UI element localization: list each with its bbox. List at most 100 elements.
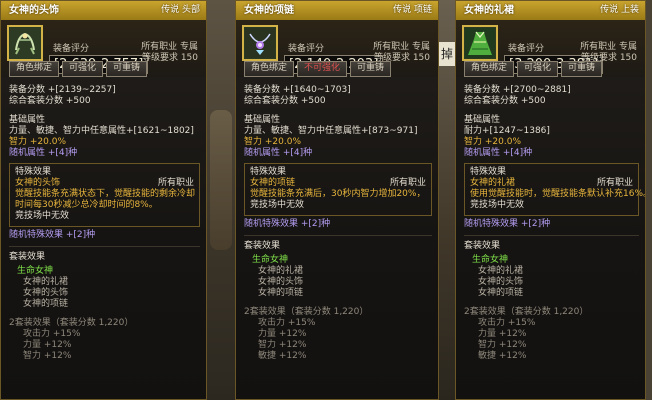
set2-line: 智力 +12% xyxy=(23,351,72,361)
random-attr: 随机属性 +[4]种 xyxy=(464,148,533,158)
set2-line: 智力 +12% xyxy=(258,340,307,350)
tooltip-dress: 女神的礼裙 传说 上装 装备评分 [3,200-3,381] 所有职业 专属 等… xyxy=(455,0,646,400)
special-random: 随机特殊效果 +[2]种 xyxy=(9,230,96,240)
set-item: 女神的头饰 xyxy=(23,288,69,298)
special-effect-box: 特殊效果 女神的项链 所有职业 觉醒技能条充满后，30秒内智力增加20%， 竞技… xyxy=(244,163,432,216)
special-effect-box: 特殊效果 女神的头饰 所有职业 觉醒技能条充满状态下，觉醒技能的剩余冷却 时间每… xyxy=(9,163,200,227)
item-tag-row: 角色绑定 可强化 可重铸 xyxy=(464,61,603,77)
necklace-icon xyxy=(242,25,278,61)
item-tag-row: 角色绑定 可强化 可重铸 xyxy=(9,61,148,77)
base-attr-line: 力量、敏捷、智力中任意属性+[873~971] xyxy=(244,126,418,136)
special-name: 女神的项链 xyxy=(250,178,296,188)
special-desc: 时间每30秒减少总冷却时间的8%。 xyxy=(15,200,158,210)
headdress-icon xyxy=(7,25,43,61)
bind-tag[interactable]: 角色绑定 xyxy=(244,61,295,77)
set2-line: 智力 +12% xyxy=(478,340,527,350)
tooltip-headdress: 女神的头饰 传说 头部 装备评分 [2,639-2,757] 所有职业 专属 等… xyxy=(0,0,207,400)
random-attr: 随机属性 +[4]种 xyxy=(9,148,78,158)
special-name: 女神的礼裙 xyxy=(470,178,516,188)
special-class: 所有职业 xyxy=(389,178,426,188)
set-item: 女神的头饰 xyxy=(478,277,524,287)
tooltip-title-bar: 女神的头饰 传说 头部 xyxy=(1,1,206,20)
class-restriction: 所有职业 专属 xyxy=(580,42,637,52)
item-stats: 装备分数 +[2139~2257] 综合套装分数 +500 基础属性 力量、敏捷… xyxy=(9,85,200,362)
special-title: 特殊效果 xyxy=(15,167,52,177)
divider xyxy=(244,235,432,236)
item-rarity-slot: 传说 头部 xyxy=(161,5,200,15)
set2-line: 敏捷 +12% xyxy=(258,351,307,361)
set-title: 套装效果 xyxy=(244,241,281,251)
special-class: 所有职业 xyxy=(596,178,633,188)
set-title: 套装效果 xyxy=(464,241,501,251)
set2-title: 2套装效果（套装分数 1,220） xyxy=(9,318,134,328)
item-name: 女神的礼裙 xyxy=(464,5,514,16)
background-scene-right xyxy=(646,0,652,400)
special-random: 随机特殊效果 +[2]种 xyxy=(464,219,551,229)
background-character xyxy=(210,110,232,250)
set2-line: 敏捷 +12% xyxy=(478,351,527,361)
enhance-tag[interactable]: 可强化 xyxy=(517,61,559,77)
set-item: 女神的项链 xyxy=(258,288,304,298)
base-attr-bonus: 智力 +20.0% xyxy=(464,137,521,147)
set-name: 生命女神 xyxy=(472,255,509,265)
item-name: 女神的项链 xyxy=(244,5,294,16)
special-note: 竞技场中无效 xyxy=(250,200,305,210)
base-attr-title: 基础属性 xyxy=(464,115,501,125)
class-restriction: 所有职业 专属 xyxy=(373,42,430,52)
set-item: 女神的项链 xyxy=(478,288,524,298)
set2-title: 2套装效果（套装分数 1,220） xyxy=(464,307,589,317)
item-name: 女神的头饰 xyxy=(9,5,59,16)
enhance-tag[interactable]: 可强化 xyxy=(62,61,104,77)
bind-tag[interactable]: 角色绑定 xyxy=(9,61,60,77)
special-random: 随机特殊效果 +[2]种 xyxy=(244,219,331,229)
score-label: 装备评分 xyxy=(288,44,325,54)
set-item: 女神的头饰 xyxy=(258,277,304,287)
item-stats: 装备分数 +[2700~2881] 综合套装分数 +500 基础属性 耐力+[1… xyxy=(464,85,646,362)
reforge-tag[interactable]: 可重铸 xyxy=(350,61,392,77)
base-attr-bonus: 智力 +20.0% xyxy=(9,137,66,147)
reforge-tag[interactable]: 可重铸 xyxy=(106,61,148,77)
special-class: 所有职业 xyxy=(157,178,194,188)
level-requirement: 等级要求 150 xyxy=(141,53,198,63)
background-sign: 掉 xyxy=(437,42,457,66)
set-name: 生命女神 xyxy=(252,255,289,265)
base-attr-title: 基础属性 xyxy=(244,115,281,125)
base-attr-bonus: 智力 +20.0% xyxy=(244,137,301,147)
special-title: 特殊效果 xyxy=(470,167,507,177)
set2-title: 2套装效果（套装分数 1,220） xyxy=(244,307,369,317)
set-item: 女神的礼裙 xyxy=(258,266,304,276)
set2-line: 力量 +12% xyxy=(23,340,72,350)
bind-tag[interactable]: 角色绑定 xyxy=(464,61,515,77)
set-title: 套装效果 xyxy=(9,252,46,262)
score-label: 装备评分 xyxy=(508,44,545,54)
base-attr-line: 力量、敏捷、智力中任意属性+[1621~1802] xyxy=(9,126,194,136)
item-stats: 装备分数 +[1640~1703] 综合套装分数 +500 基础属性 力量、敏捷… xyxy=(244,85,432,362)
special-desc: 觉醒技能条充满后，30秒内智力增加20%， xyxy=(250,189,426,199)
item-rarity-slot: 传说 项链 xyxy=(393,5,432,15)
tooltip-title-bar: 女神的礼裙 传说 上装 xyxy=(456,1,645,20)
base-attr-line: 耐力+[1247~1386] xyxy=(464,126,550,136)
special-name: 女神的头饰 xyxy=(15,178,61,188)
reforge-tag[interactable]: 可重铸 xyxy=(561,61,603,77)
special-title: 特殊效果 xyxy=(250,167,287,177)
set-name: 生命女神 xyxy=(17,266,54,276)
set-score: 综合套装分数 +500 xyxy=(464,96,546,106)
enhance-tag[interactable]: 不可强化 xyxy=(297,61,348,77)
divider xyxy=(9,246,200,247)
set2-line: 攻击力 +15% xyxy=(258,318,316,328)
set2-line: 力量 +12% xyxy=(258,329,307,339)
score-label: 装备评分 xyxy=(53,44,90,54)
special-effect-box: 特殊效果 女神的礼裙 所有职业 使用觉醒技能时，觉醒技能条默认补充16%。 竞技… xyxy=(464,163,646,216)
special-desc: 使用觉醒技能时，觉醒技能条默认补充16%。 xyxy=(470,189,646,199)
set2-line: 力量 +12% xyxy=(478,329,527,339)
set2-line: 攻击力 +15% xyxy=(478,318,536,328)
set-score: 综合套装分数 +500 xyxy=(9,96,91,106)
divider xyxy=(464,235,639,236)
class-restriction: 所有职业 专属 xyxy=(141,42,198,52)
set-item: 女神的礼裙 xyxy=(23,277,69,287)
tooltip-necklace: 女神的项链 传说 项链 装备评分 [2,140-2,203] 所有职业 专属 等… xyxy=(235,0,439,400)
item-tag-row: 角色绑定 不可强化 可重铸 xyxy=(244,61,392,77)
dress-icon xyxy=(462,25,498,61)
equip-score: 装备分数 +[1640~1703] xyxy=(244,85,351,95)
set2-line: 攻击力 +15% xyxy=(23,329,81,339)
